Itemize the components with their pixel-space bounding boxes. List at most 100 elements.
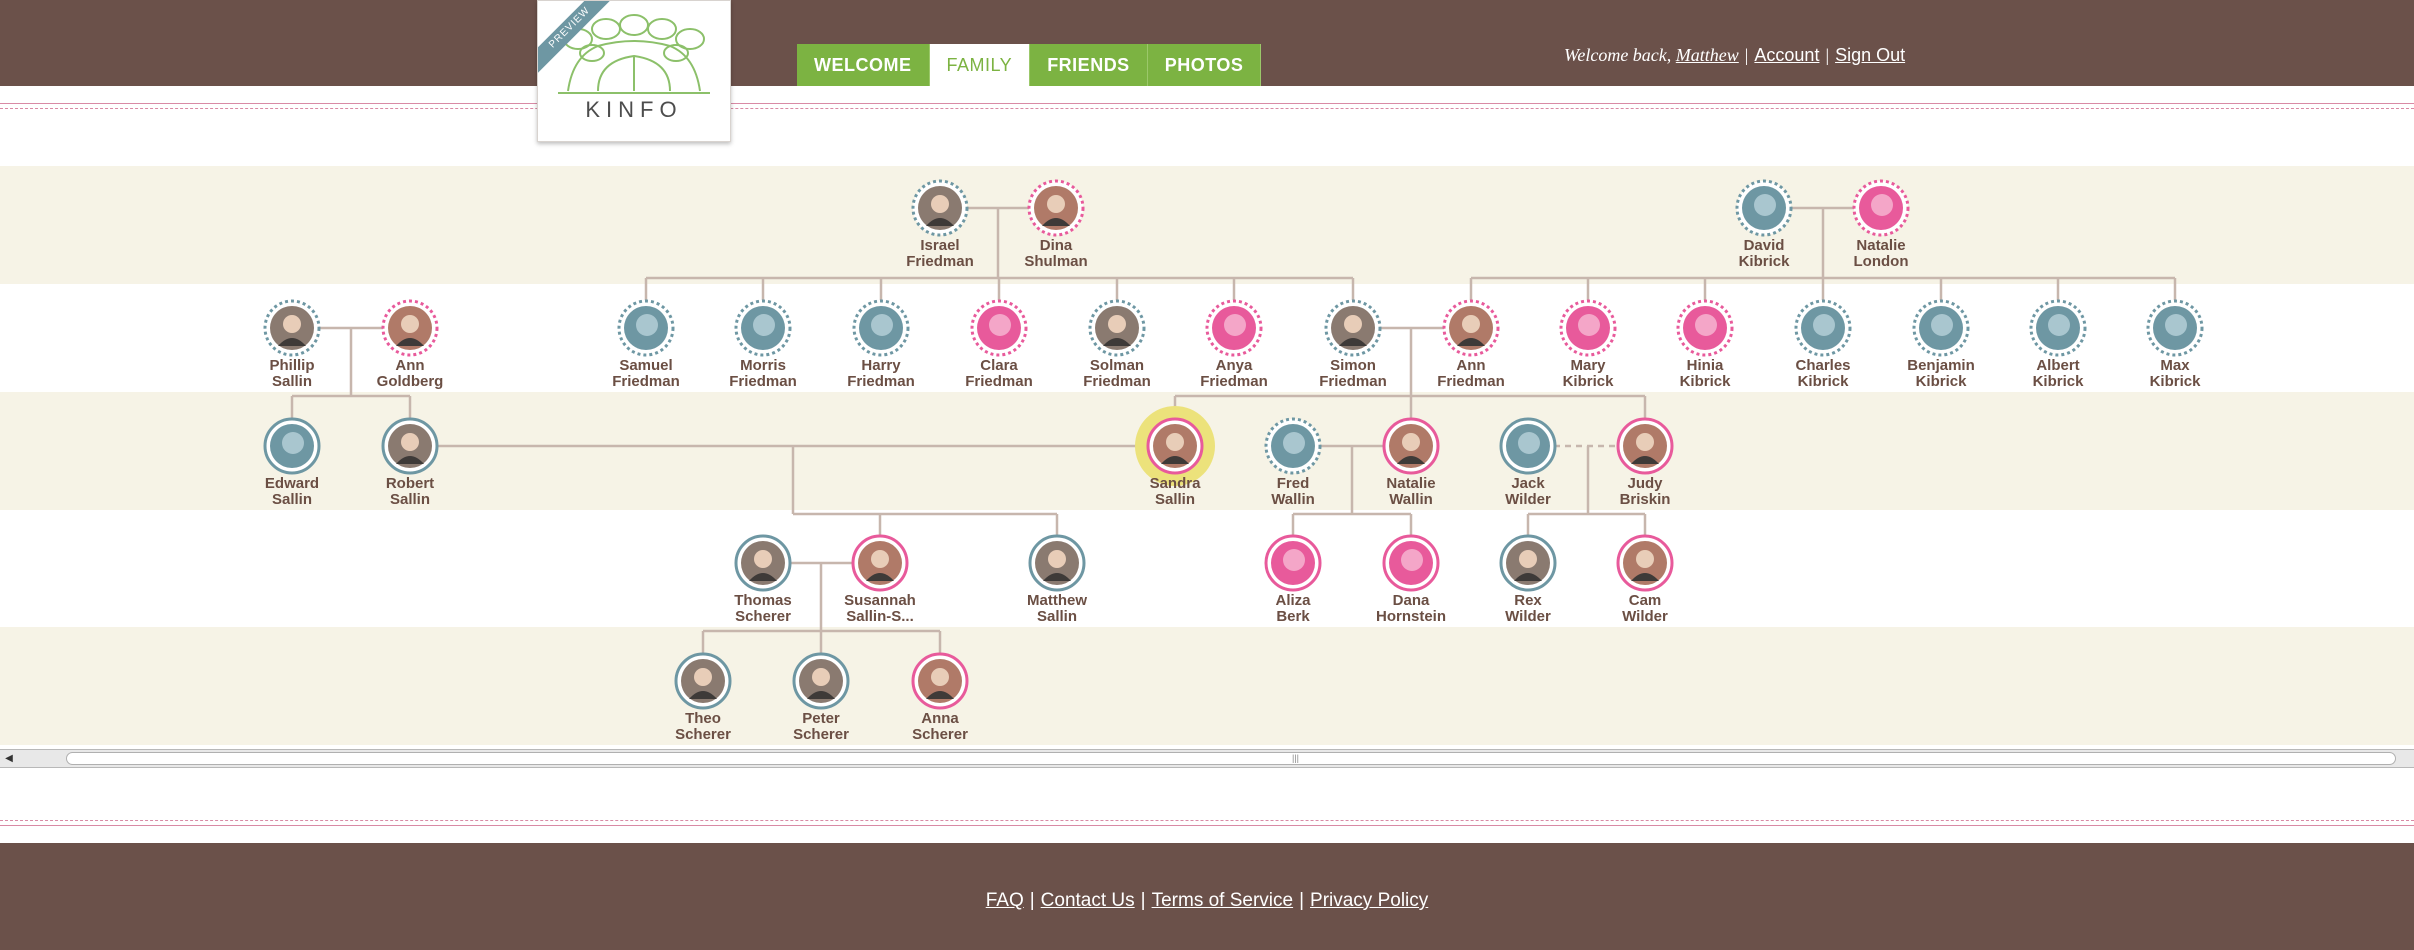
- person-name-theo[interactable]: Theo Scherer: [638, 711, 768, 743]
- person-node-max[interactable]: [2146, 299, 2204, 357]
- last-name: Briskin: [1619, 491, 1671, 508]
- person-node-clara[interactable]: [970, 299, 1028, 357]
- person-node-dina[interactable]: [1027, 179, 1085, 237]
- person-node-hinia[interactable]: [1676, 299, 1734, 357]
- separator: |: [1825, 45, 1830, 65]
- person-name-peter[interactable]: Peter Scherer: [756, 711, 886, 743]
- person-node-dana[interactable]: [1382, 534, 1440, 592]
- person-node-matthew[interactable]: [1028, 534, 1086, 592]
- person-name-solman[interactable]: Solman Friedman: [1052, 358, 1182, 390]
- last-name: Friedman: [612, 373, 680, 390]
- tab-photos[interactable]: PHOTOS: [1147, 44, 1262, 86]
- person-node-albert[interactable]: [2029, 299, 2087, 357]
- person-node-anna[interactable]: [911, 652, 969, 710]
- privacy-link[interactable]: Privacy Policy: [1310, 890, 1428, 911]
- person-node-samuel[interactable]: [617, 299, 675, 357]
- person-node-phillip[interactable]: [263, 299, 321, 357]
- person-name-matthew[interactable]: Matthew Sallin: [992, 593, 1122, 625]
- person-name-israel[interactable]: Israel Friedman: [875, 238, 1005, 270]
- first-name: Simon: [1330, 357, 1376, 374]
- person-name-annF[interactable]: Ann Friedman: [1406, 358, 1536, 390]
- person-name-aliza[interactable]: Aliza Berk: [1228, 593, 1358, 625]
- person-name-robert[interactable]: Robert Sallin: [345, 476, 475, 508]
- person-node-harry[interactable]: [852, 299, 910, 357]
- person-node-edward[interactable]: [263, 417, 321, 475]
- person-node-annF[interactable]: [1442, 299, 1500, 357]
- person-name-samuel[interactable]: Samuel Friedman: [581, 358, 711, 390]
- person-node-rex[interactable]: [1499, 534, 1557, 592]
- person-name-thomas[interactable]: Thomas Scherer: [698, 593, 828, 625]
- person-node-israel[interactable]: [911, 179, 969, 237]
- person-name-natalieL[interactable]: Natalie London: [1816, 238, 1946, 270]
- person-node-sandra[interactable]: [1135, 406, 1215, 486]
- kinfo-logo[interactable]: PREVIEW KINFO: [537, 0, 731, 142]
- person-name-dina[interactable]: Dina Shulman: [991, 238, 1121, 270]
- first-name: Thomas: [734, 592, 792, 609]
- person-node-susannah[interactable]: [851, 534, 909, 592]
- person-name-edward[interactable]: Edward Sallin: [227, 476, 357, 508]
- person-name-clara[interactable]: Clara Friedman: [934, 358, 1064, 390]
- person-name-natalieW[interactable]: Natalie Wallin: [1346, 476, 1476, 508]
- person-name-charles[interactable]: Charles Kibrick: [1758, 358, 1888, 390]
- person-node-fred[interactable]: [1264, 417, 1322, 475]
- person-name-albert[interactable]: Albert Kibrick: [1993, 358, 2123, 390]
- person-node-thomas[interactable]: [734, 534, 792, 592]
- person-name-anya[interactable]: Anya Friedman: [1169, 358, 1299, 390]
- scroll-left-arrow-icon[interactable]: ◀: [0, 750, 18, 767]
- person-node-mary[interactable]: [1559, 299, 1617, 357]
- person-node-benjamin[interactable]: [1912, 299, 1970, 357]
- person-node-natalieL[interactable]: [1852, 179, 1910, 237]
- person-name-dana[interactable]: Dana Hornstein: [1346, 593, 1476, 625]
- sign-out-link[interactable]: Sign Out: [1835, 45, 1905, 65]
- head-icon: [2165, 314, 2187, 336]
- person-name-anna[interactable]: Anna Scherer: [875, 711, 1005, 743]
- person-name-hinia[interactable]: Hinia Kibrick: [1640, 358, 1770, 390]
- contact-us-link[interactable]: Contact Us: [1041, 890, 1135, 911]
- person-node-charles[interactable]: [1794, 299, 1852, 357]
- family-tree-canvas[interactable]: Israel Friedman Dina Shulman David Kibrick Nat…: [0, 160, 2414, 750]
- person-name-susannah[interactable]: Susannah Sallin-S...: [815, 593, 945, 625]
- person-name-fred[interactable]: Fred Wallin: [1228, 476, 1358, 508]
- person-name-simon[interactable]: Simon Friedman: [1288, 358, 1418, 390]
- person-name-cam[interactable]: Cam Wilder: [1580, 593, 1710, 625]
- user-name-link[interactable]: Matthew: [1676, 45, 1739, 65]
- header-divider: [0, 103, 2414, 109]
- person-node-robert[interactable]: [381, 417, 439, 475]
- person-name-morris[interactable]: Morris Friedman: [698, 358, 828, 390]
- horizontal-scrollbar[interactable]: ◀ |||: [0, 749, 2414, 768]
- faq-link[interactable]: FAQ: [986, 890, 1024, 911]
- person-node-theo[interactable]: [674, 652, 732, 710]
- person-name-mary[interactable]: Mary Kibrick: [1523, 358, 1653, 390]
- tab-family[interactable]: FAMILY: [929, 44, 1031, 86]
- person-name-harry[interactable]: Harry Friedman: [816, 358, 946, 390]
- grip-icon: |||: [1292, 753, 1300, 763]
- person-name-benjamin[interactable]: Benjamin Kibrick: [1876, 358, 2006, 390]
- tab-friends[interactable]: FRIENDS: [1030, 44, 1148, 86]
- person-name-phillip[interactable]: Phillip Sallin: [227, 358, 357, 390]
- last-name: Scherer: [912, 726, 968, 743]
- person-node-jack[interactable]: [1499, 417, 1557, 475]
- person-node-natalieW[interactable]: [1382, 417, 1440, 475]
- person-name-sandra[interactable]: Sandra Sallin: [1110, 476, 1240, 508]
- person-node-annG[interactable]: [381, 299, 439, 357]
- person-name-annG[interactable]: Ann Goldberg: [345, 358, 475, 390]
- person-node-simon[interactable]: [1324, 299, 1382, 357]
- person-node-david[interactable]: [1735, 179, 1793, 237]
- tab-welcome[interactable]: WELCOME: [797, 44, 930, 86]
- last-name: Sallin: [389, 491, 430, 508]
- person-node-anya[interactable]: [1205, 299, 1263, 357]
- terms-link[interactable]: Terms of Service: [1152, 890, 1293, 911]
- person-node-judy[interactable]: [1616, 417, 1674, 475]
- person-name-rex[interactable]: Rex Wilder: [1463, 593, 1593, 625]
- person-node-solman[interactable]: [1088, 299, 1146, 357]
- person-node-peter[interactable]: [792, 652, 850, 710]
- person-node-aliza[interactable]: [1264, 534, 1322, 592]
- person-name-max[interactable]: Max Kibrick: [2110, 358, 2240, 390]
- person-name-david[interactable]: David Kibrick: [1699, 238, 1829, 270]
- account-link[interactable]: Account: [1754, 45, 1819, 65]
- person-name-judy[interactable]: Judy Briskin: [1580, 476, 1710, 508]
- person-name-jack[interactable]: Jack Wilder: [1463, 476, 1593, 508]
- scrollbar-thumb[interactable]: |||: [66, 752, 2396, 765]
- person-node-morris[interactable]: [734, 299, 792, 357]
- person-node-cam[interactable]: [1616, 534, 1674, 592]
